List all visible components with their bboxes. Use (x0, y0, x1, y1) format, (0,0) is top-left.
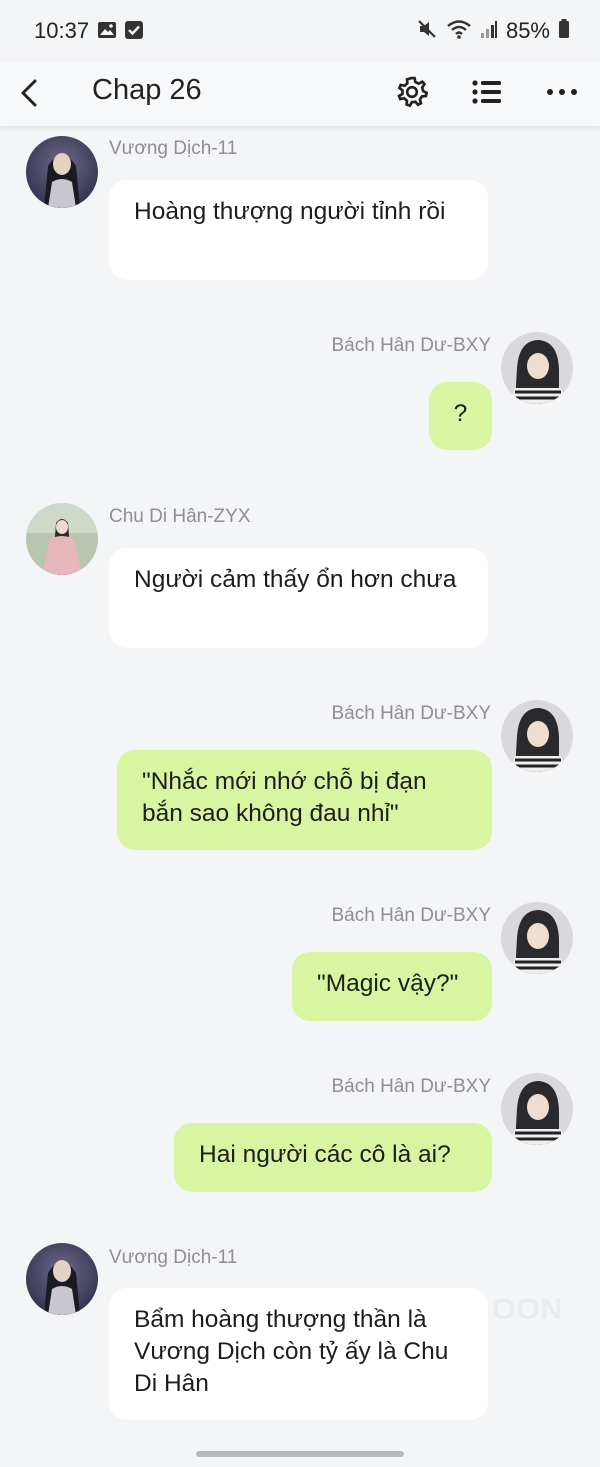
message-bubble[interactable]: Bẩm hoàng thượng thần là Vương Dịch còn … (109, 1288, 488, 1420)
sender-name: Bách Hân Dư-BXY (331, 335, 491, 356)
status-bar: 10:37 85% (0, 0, 600, 62)
sender-name: Bách Hân Dư-BXY (331, 905, 491, 926)
battery-icon (558, 18, 570, 45)
more-options-button[interactable] (542, 72, 582, 112)
message-bubble[interactable]: Hoàng thượng người tỉnh rồi (109, 180, 488, 280)
home-indicator[interactable] (196, 1451, 404, 1457)
sender-name: Chu Di Hân-ZYX (109, 506, 251, 527)
sender-name: Vương Dịch-11 (109, 138, 238, 159)
back-arrow-icon (21, 79, 37, 107)
message-bubble[interactable]: Hai người các cô là ai? (174, 1123, 492, 1192)
message-bubble[interactable]: "Nhắc mới nhớ chỗ bị đạn bắn sao không đ… (117, 750, 492, 850)
app-header: Chap 26 (0, 62, 600, 126)
more-dots-icon (547, 89, 577, 95)
message-bubble[interactable]: ? (429, 382, 492, 450)
avatar-bach-han-du[interactable] (501, 1073, 573, 1145)
gear-icon (397, 76, 428, 108)
message-bubble[interactable]: "Magic vậy?" (292, 952, 492, 1021)
avatar-bach-han-du[interactable] (501, 700, 573, 772)
wifi-icon (446, 18, 472, 45)
settings-button[interactable] (392, 72, 432, 112)
gallery-notification-icon (97, 20, 117, 40)
sender-name: Vương Dịch-11 (109, 1247, 238, 1268)
chat-area[interactable]: Vương Dịch-11 Hoàng thượng người tỉnh rồ… (0, 126, 600, 1467)
watermark-logo: OON (492, 1293, 564, 1326)
avatar-bach-han-du[interactable] (501, 332, 573, 404)
status-icons: 85% (416, 16, 570, 46)
status-time: 10:37 (34, 18, 90, 43)
sender-name: Bách Hân Dư-BXY (331, 703, 491, 724)
list-icon (472, 80, 501, 104)
message-bubble[interactable]: Người cảm thấy ổn hơn chưa (109, 548, 488, 648)
avatar-chu-di-han[interactable] (26, 503, 98, 575)
avatar-vuong-dich[interactable] (26, 136, 98, 208)
signal-icon (480, 18, 498, 45)
sender-name: Bách Hân Dư-BXY (331, 1076, 491, 1097)
checkbox-notification-icon (124, 20, 144, 40)
avatar-vuong-dich[interactable] (26, 1243, 98, 1315)
mute-icon (416, 18, 438, 45)
page-title: Chap 26 (92, 74, 202, 106)
back-button[interactable] (14, 72, 44, 114)
battery-percent: 85% (505, 18, 550, 43)
chapter-list-button[interactable] (467, 72, 507, 112)
avatar-bach-han-du[interactable] (501, 902, 573, 974)
